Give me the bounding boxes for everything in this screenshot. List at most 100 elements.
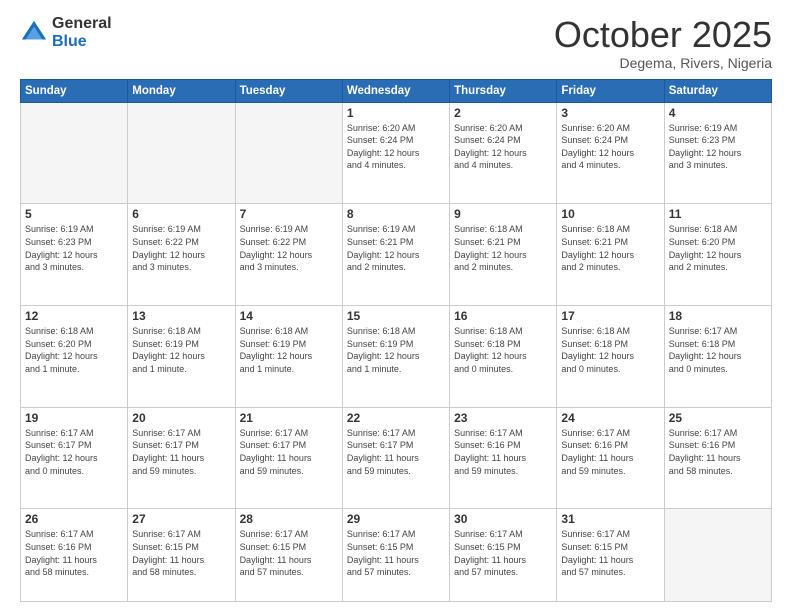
day-info: Sunrise: 6:17 AMSunset: 6:15 PMDaylight:… <box>454 528 552 578</box>
header-thursday: Thursday <box>450 79 557 102</box>
title-block: October 2025 Degema, Rivers, Nigeria <box>554 15 772 71</box>
day-info: Sunrise: 6:18 AMSunset: 6:21 PMDaylight:… <box>561 223 659 273</box>
table-row: 28 Sunrise: 6:17 AMSunset: 6:15 PMDayligh… <box>235 509 342 602</box>
day-info: Sunrise: 6:19 AMSunset: 6:22 PMDaylight:… <box>132 223 230 273</box>
month-title: October 2025 <box>554 15 772 55</box>
header-wednesday: Wednesday <box>342 79 449 102</box>
day-info: Sunrise: 6:17 AMSunset: 6:17 PMDaylight:… <box>347 427 445 477</box>
table-row <box>664 509 771 602</box>
day-number: 13 <box>132 309 230 323</box>
day-number: 11 <box>669 207 767 221</box>
day-number: 15 <box>347 309 445 323</box>
day-info: Sunrise: 6:17 AMSunset: 6:17 PMDaylight:… <box>132 427 230 477</box>
day-number: 7 <box>240 207 338 221</box>
header: General Blue October 2025 Degema, Rivers… <box>20 15 772 71</box>
table-row: 20 Sunrise: 6:17 AMSunset: 6:17 PMDayligh… <box>128 407 235 509</box>
day-info: Sunrise: 6:19 AMSunset: 6:22 PMDaylight:… <box>240 223 338 273</box>
header-tuesday: Tuesday <box>235 79 342 102</box>
day-number: 22 <box>347 411 445 425</box>
day-number: 12 <box>25 309 123 323</box>
logo: General Blue <box>20 15 112 50</box>
day-number: 25 <box>669 411 767 425</box>
table-row: 4Sunrise: 6:19 AMSunset: 6:23 PMDaylight… <box>664 102 771 204</box>
day-info: Sunrise: 6:18 AMSunset: 6:20 PMDaylight:… <box>25 325 123 375</box>
table-row: 30 Sunrise: 6:17 AMSunset: 6:15 PMDayligh… <box>450 509 557 602</box>
day-number: 24 <box>561 411 659 425</box>
table-row: 27 Sunrise: 6:17 AMSunset: 6:15 PMDayligh… <box>128 509 235 602</box>
day-info: Sunrise: 6:20 AMSunset: 6:24 PMDaylight:… <box>347 122 445 172</box>
table-row: 25 Sunrise: 6:17 AMSunset: 6:16 PMDayligh… <box>664 407 771 509</box>
day-info: Sunrise: 6:19 AMSunset: 6:23 PMDaylight:… <box>669 122 767 172</box>
day-number: 27 <box>132 512 230 526</box>
day-info: Sunrise: 6:17 AMSunset: 6:15 PMDaylight:… <box>561 528 659 578</box>
calendar-table: Sunday Monday Tuesday Wednesday Thursday… <box>20 79 772 602</box>
table-row: 9 Sunrise: 6:18 AMSunset: 6:21 PMDaylight… <box>450 204 557 306</box>
day-info: Sunrise: 6:18 AMSunset: 6:19 PMDaylight:… <box>132 325 230 375</box>
logo-icon <box>20 19 48 47</box>
table-row: 6 Sunrise: 6:19 AMSunset: 6:22 PMDaylight… <box>128 204 235 306</box>
day-info: Sunrise: 6:17 AMSunset: 6:17 PMDaylight:… <box>240 427 338 477</box>
table-row: 15 Sunrise: 6:18 AMSunset: 6:19 PMDayligh… <box>342 306 449 408</box>
day-number: 14 <box>240 309 338 323</box>
day-number: 28 <box>240 512 338 526</box>
day-number: 20 <box>132 411 230 425</box>
table-row: 14Sunrise: 6:18 AMSunset: 6:19 PMDayligh… <box>235 306 342 408</box>
day-number: 9 <box>454 207 552 221</box>
table-row: 5 Sunrise: 6:19 AMSunset: 6:23 PMDaylight… <box>21 204 128 306</box>
day-number: 16 <box>454 309 552 323</box>
day-number: 8 <box>347 207 445 221</box>
day-info: Sunrise: 6:19 AMSunset: 6:21 PMDaylight:… <box>347 223 445 273</box>
day-info: Sunrise: 6:17 AMSunset: 6:16 PMDaylight:… <box>669 427 767 477</box>
logo-general: General <box>52 15 112 33</box>
table-row <box>128 102 235 204</box>
day-number: 19 <box>25 411 123 425</box>
table-row: 23 Sunrise: 6:17 AMSunset: 6:16 PMDayligh… <box>450 407 557 509</box>
day-number: 30 <box>454 512 552 526</box>
day-number: 6 <box>132 207 230 221</box>
table-row: 29 Sunrise: 6:17 AMSunset: 6:15 PMDayligh… <box>342 509 449 602</box>
table-row: 18 Sunrise: 6:17 AMSunset: 6:18 PMDayligh… <box>664 306 771 408</box>
table-row: 1 Sunrise: 6:20 AMSunset: 6:24 PMDaylight… <box>342 102 449 204</box>
day-number: 23 <box>454 411 552 425</box>
logo-blue: Blue <box>52 33 112 51</box>
table-row <box>235 102 342 204</box>
table-row: 2Sunrise: 6:20 AMSunset: 6:24 PMDaylight… <box>450 102 557 204</box>
table-row <box>21 102 128 204</box>
day-info: Sunrise: 6:17 AMSunset: 6:15 PMDaylight:… <box>240 528 338 578</box>
header-sunday: Sunday <box>21 79 128 102</box>
day-number: 21 <box>240 411 338 425</box>
calendar-header-row: Sunday Monday Tuesday Wednesday Thursday… <box>21 79 772 102</box>
day-info: Sunrise: 6:18 AMSunset: 6:18 PMDaylight:… <box>561 325 659 375</box>
day-number: 1 <box>347 106 445 120</box>
table-row: 7 Sunrise: 6:19 AMSunset: 6:22 PMDaylight… <box>235 204 342 306</box>
day-number: 18 <box>669 309 767 323</box>
day-number: 2 <box>454 106 552 120</box>
day-info: Sunrise: 6:19 AMSunset: 6:23 PMDaylight:… <box>25 223 123 273</box>
table-row: 3Sunrise: 6:20 AMSunset: 6:24 PMDaylight… <box>557 102 664 204</box>
day-info: Sunrise: 6:17 AMSunset: 6:18 PMDaylight:… <box>669 325 767 375</box>
table-row: 22 Sunrise: 6:17 AMSunset: 6:17 PMDayligh… <box>342 407 449 509</box>
day-number: 29 <box>347 512 445 526</box>
day-info: Sunrise: 6:17 AMSunset: 6:17 PMDaylight:… <box>25 427 123 477</box>
day-info: Sunrise: 6:18 AMSunset: 6:19 PMDaylight:… <box>347 325 445 375</box>
table-row: 26Sunrise: 6:17 AMSunset: 6:16 PMDayligh… <box>21 509 128 602</box>
table-row: 21 Sunrise: 6:17 AMSunset: 6:17 PMDayligh… <box>235 407 342 509</box>
header-monday: Monday <box>128 79 235 102</box>
table-row: 19 Sunrise: 6:17 AMSunset: 6:17 PMDayligh… <box>21 407 128 509</box>
day-number: 10 <box>561 207 659 221</box>
day-info: Sunrise: 6:17 AMSunset: 6:15 PMDaylight:… <box>347 528 445 578</box>
day-info: Sunrise: 6:17 AMSunset: 6:15 PMDaylight:… <box>132 528 230 578</box>
table-row: 11Sunrise: 6:18 AMSunset: 6:20 PMDayligh… <box>664 204 771 306</box>
table-row: 10 Sunrise: 6:18 AMSunset: 6:21 PMDayligh… <box>557 204 664 306</box>
table-row: 31 Sunrise: 6:17 AMSunset: 6:15 PMDayligh… <box>557 509 664 602</box>
day-info: Sunrise: 6:18 AMSunset: 6:21 PMDaylight:… <box>454 223 552 273</box>
day-info: Sunrise: 6:17 AMSunset: 6:16 PMDaylight:… <box>25 528 123 578</box>
day-info: Sunrise: 6:17 AMSunset: 6:16 PMDaylight:… <box>454 427 552 477</box>
table-row: 8 Sunrise: 6:19 AMSunset: 6:21 PMDaylight… <box>342 204 449 306</box>
day-number: 5 <box>25 207 123 221</box>
page: General Blue October 2025 Degema, Rivers… <box>0 0 792 612</box>
day-info: Sunrise: 6:17 AMSunset: 6:16 PMDaylight:… <box>561 427 659 477</box>
table-row: 12 Sunrise: 6:18 AMSunset: 6:20 PMDayligh… <box>21 306 128 408</box>
day-number: 31 <box>561 512 659 526</box>
header-saturday: Saturday <box>664 79 771 102</box>
